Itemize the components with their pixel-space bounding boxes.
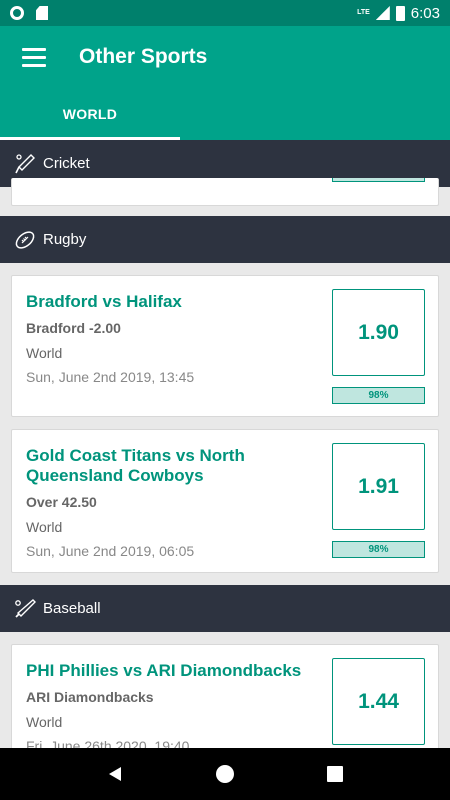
section-header-rugby[interactable]: Rugby <box>0 216 450 263</box>
selection-label: ARI Diamondbacks <box>26 689 154 705</box>
network-type-label: LTE <box>357 9 370 16</box>
section-label: Rugby <box>43 231 87 248</box>
rugby-ball-icon <box>15 230 35 249</box>
region-label: World <box>26 519 63 535</box>
cricket-bat-icon <box>15 153 35 173</box>
odds-button[interactable]: 1.90 <box>332 289 425 376</box>
selection-label: Bradford -2.00 <box>26 320 121 336</box>
date-label: Fri, June 26th 2020, 19:40 <box>26 738 190 748</box>
event-card[interactable]: Bradford vs Halifax Bradford -2.00 World… <box>11 275 439 417</box>
signal-icon <box>375 6 390 20</box>
system-nav-bar <box>0 748 450 800</box>
home-icon[interactable] <box>205 754 245 794</box>
match-title[interactable]: Bradford vs Halifax <box>26 292 316 312</box>
section-label: Baseball <box>43 600 101 617</box>
date-label: Sun, June 2nd 2019, 06:05 <box>26 543 195 559</box>
region-label: World <box>26 714 63 730</box>
event-card-partial[interactable] <box>11 178 439 206</box>
clock: 6:03 <box>410 4 440 22</box>
event-card[interactable]: Gold Coast Titans vs North Queensland Co… <box>11 429 439 573</box>
event-card[interactable]: PHI Phillies vs ARI Diamondbacks ARI Dia… <box>11 644 439 748</box>
recents-icon[interactable] <box>315 754 355 794</box>
tab-world[interactable]: WORLD <box>0 88 180 140</box>
hamburger-menu-icon[interactable] <box>22 47 46 67</box>
percent-bar: 98% <box>332 387 425 404</box>
section-header-baseball[interactable]: Baseball <box>0 585 450 632</box>
region-label: World <box>26 345 63 361</box>
percent-bar <box>332 178 425 182</box>
sd-card-icon <box>36 6 48 20</box>
tab-bar: WORLD <box>0 88 450 140</box>
notification-circle-icon <box>10 6 24 20</box>
battery-icon <box>395 5 405 21</box>
baseball-bat-icon <box>15 598 36 618</box>
back-icon[interactable] <box>95 754 135 794</box>
selection-label: Over 42.50 <box>26 494 97 510</box>
page-title: Other Sports <box>79 45 208 68</box>
status-bar: LTE 6:03 <box>0 0 450 26</box>
percent-bar: 98% <box>332 541 425 558</box>
app-bar: Other Sports <box>0 26 450 88</box>
odds-button[interactable]: 1.44 <box>332 658 425 745</box>
date-label: Sun, June 2nd 2019, 13:45 <box>26 369 195 385</box>
match-title[interactable]: PHI Phillies vs ARI Diamondbacks <box>26 661 316 681</box>
event-list[interactable]: Cricket Rugby Bradford vs Halifax Bradfo… <box>0 140 450 748</box>
match-title[interactable]: Gold Coast Titans vs North Queensland Co… <box>26 446 316 486</box>
section-label: Cricket <box>43 155 90 172</box>
odds-button[interactable]: 1.91 <box>332 443 425 530</box>
